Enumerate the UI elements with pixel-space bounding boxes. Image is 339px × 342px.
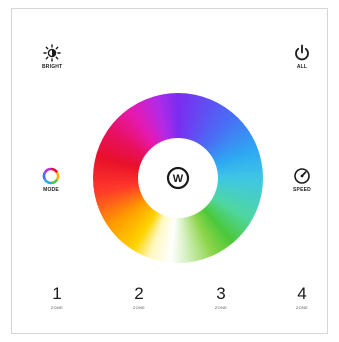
zone-4-label: ZONE: [295, 305, 309, 310]
mode-button[interactable]: MODE: [42, 167, 60, 193]
bright-button[interactable]: BRIGHT: [42, 44, 62, 70]
color-ring-icon: [42, 167, 60, 185]
speed-label: SPEED: [293, 187, 311, 193]
white-button[interactable]: W: [166, 166, 190, 190]
zone-2-number: 2: [134, 284, 144, 303]
zone-4-button[interactable]: 4 ZONE: [282, 285, 322, 310]
zone-4-number: 4: [297, 284, 307, 303]
zone-1-number: 1: [52, 284, 62, 303]
zone-3-button[interactable]: 3 ZONE: [201, 285, 241, 310]
zone-1-label: ZONE: [50, 305, 64, 310]
zone-3-number: 3: [216, 284, 226, 303]
color-wheel[interactable]: W: [93, 93, 263, 263]
mode-label: MODE: [43, 187, 59, 193]
zone-2-label: ZONE: [132, 305, 146, 310]
bright-label: BRIGHT: [42, 64, 63, 70]
zone-1-button[interactable]: 1 ZONE: [37, 285, 77, 310]
all-power-button[interactable]: ALL: [294, 44, 310, 70]
speed-button[interactable]: SPEED: [293, 167, 311, 193]
speedometer-icon: [294, 168, 310, 184]
white-w-icon: W: [166, 166, 190, 190]
all-label: ALL: [296, 64, 308, 70]
zone-3-label: ZONE: [214, 305, 228, 310]
white-button-label: W: [173, 173, 184, 185]
zone-2-button[interactable]: 2 ZONE: [119, 285, 159, 310]
power-icon: [295, 44, 309, 61]
sun-brightness-icon: [43, 44, 61, 62]
